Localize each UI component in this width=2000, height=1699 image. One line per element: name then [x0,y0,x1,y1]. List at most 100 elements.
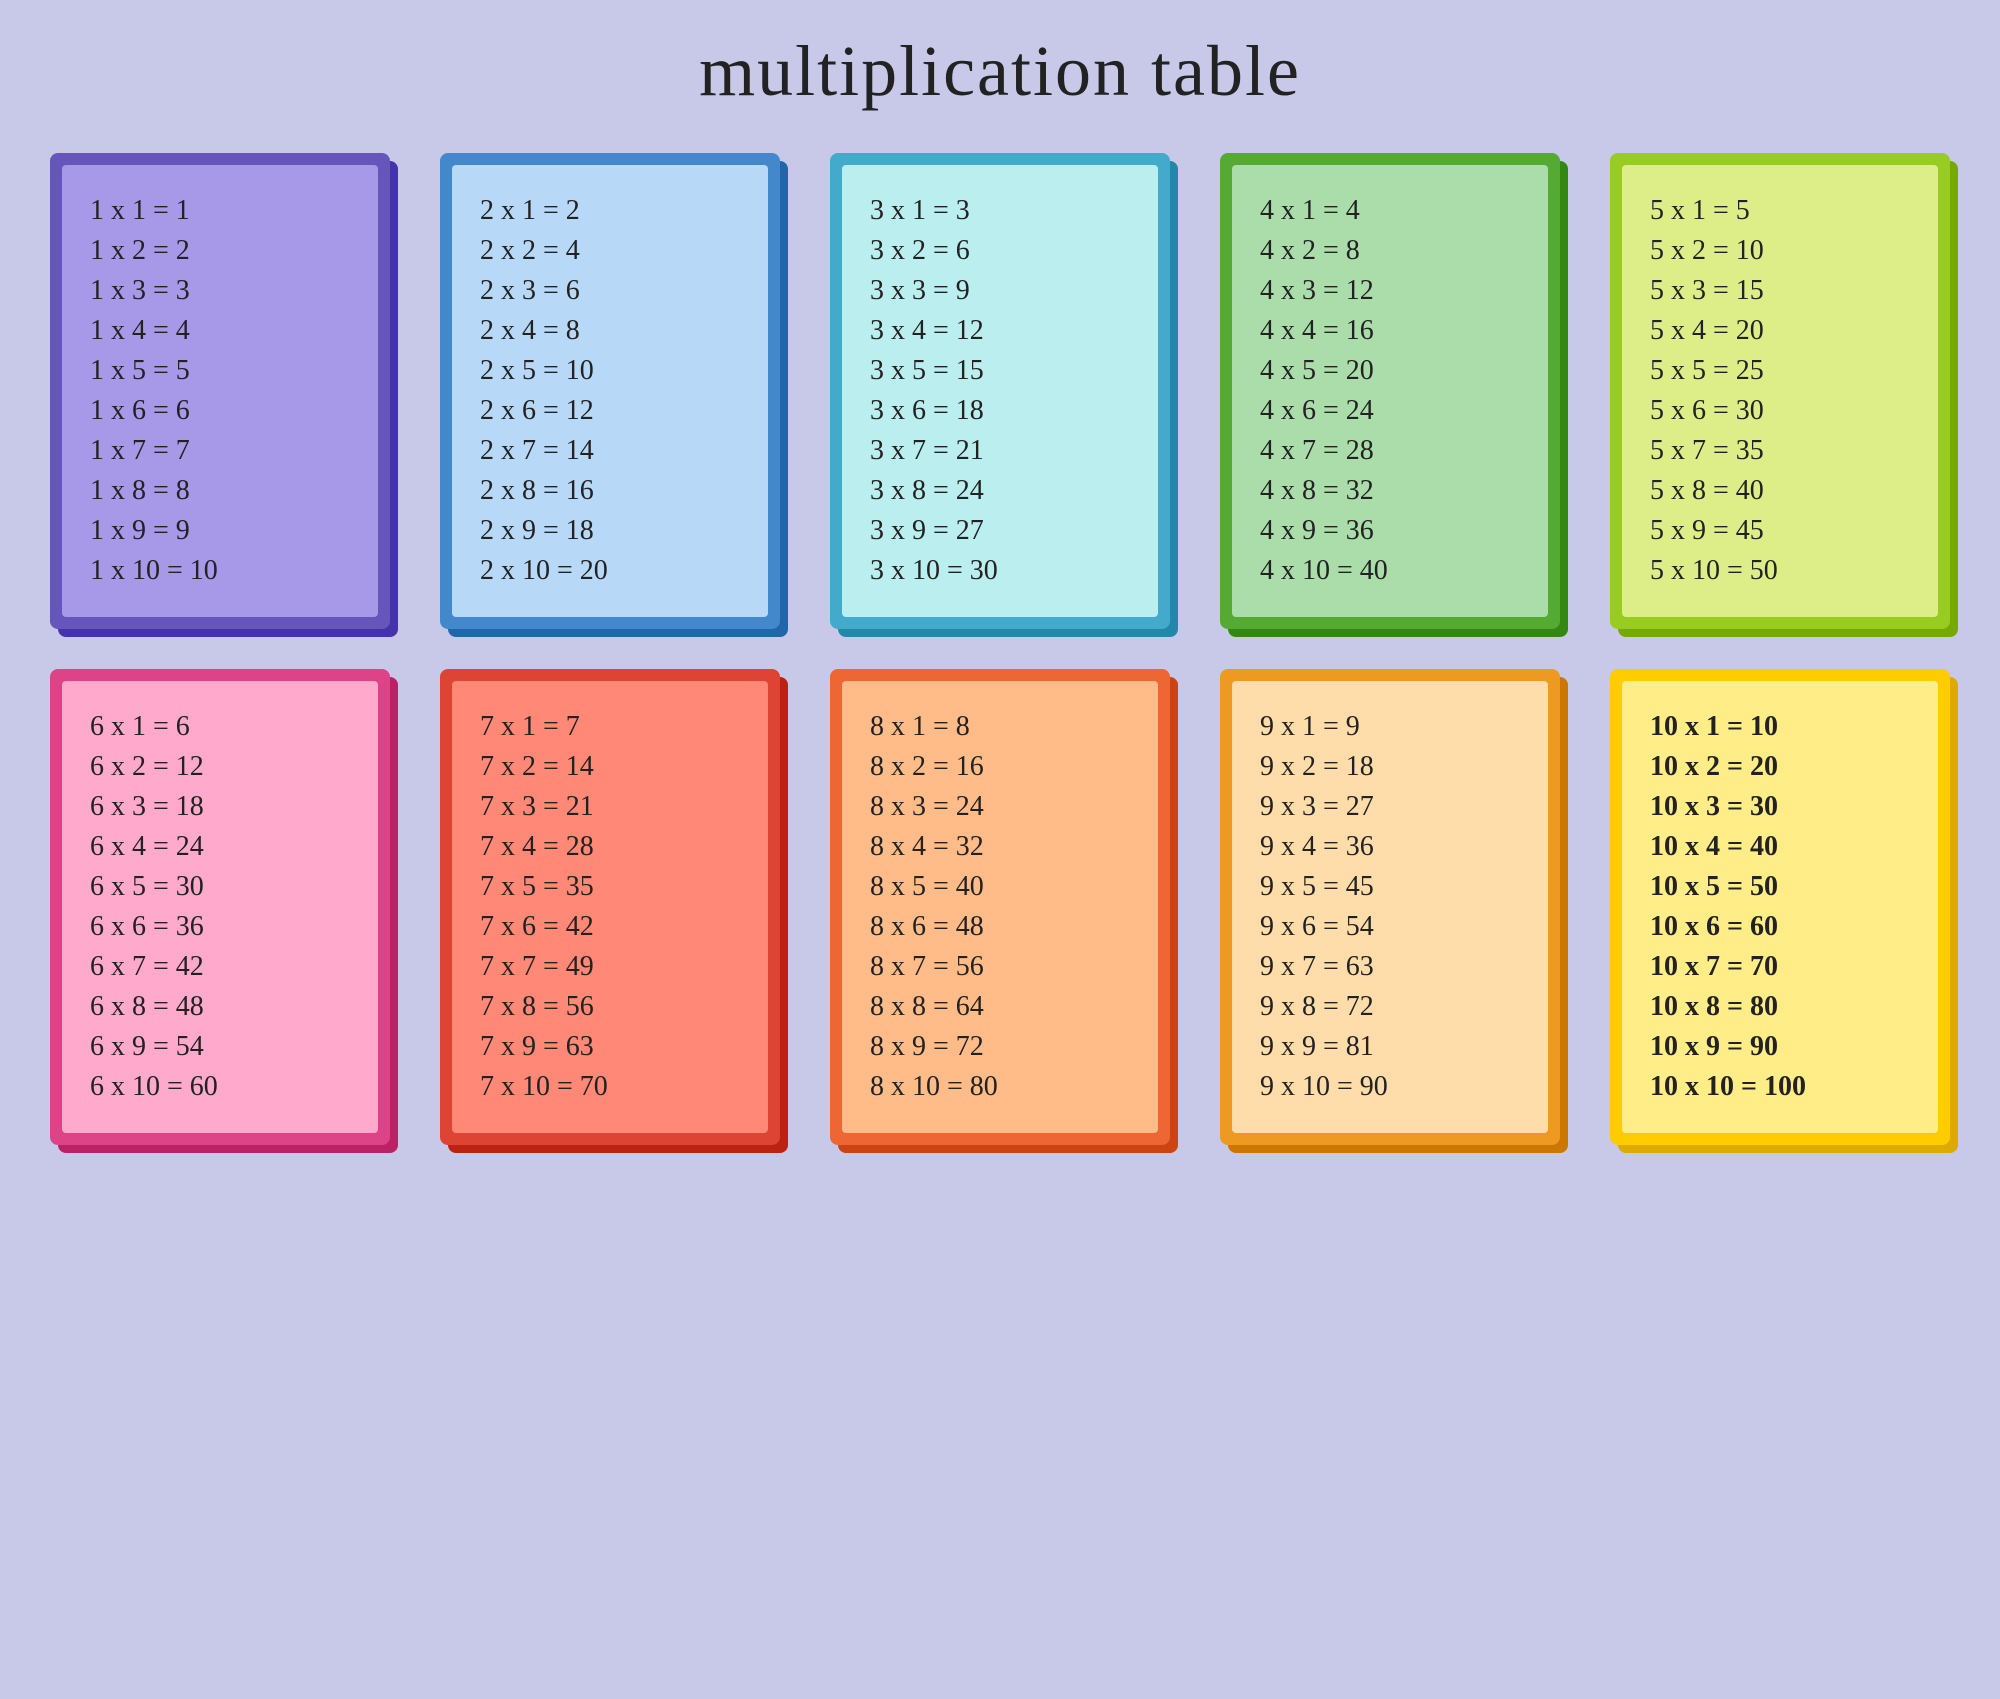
equation-1-10: 1 x 10 = 10 [90,555,350,587]
equation-7-2: 7 x 2 = 14 [480,751,740,783]
equation-2-6: 2 x 6 = 12 [480,395,740,427]
equation-4-10: 4 x 10 = 40 [1260,555,1520,587]
card-inner-3: 3 x 1 = 3 3 x 2 = 6 3 x 3 = 9 3 x 4 = 12 3 x… [842,165,1158,617]
equation-4-6: 4 x 6 = 24 [1260,395,1520,427]
equation-9-4: 9 x 4 = 36 [1260,831,1520,863]
equation-6-8: 6 x 8 = 48 [90,991,350,1023]
equation-8-4: 8 x 4 = 32 [870,831,1130,863]
multiplication-card-3: 3 x 1 = 3 3 x 2 = 6 3 x 3 = 9 3 x 4 = 12 3 x… [830,153,1170,629]
equation-8-6: 8 x 6 = 48 [870,911,1130,943]
equation-10-5: 10 x 5 = 50 [1650,871,1910,903]
equation-8-7: 8 x 7 = 56 [870,951,1130,983]
card-inner-4: 4 x 1 = 4 4 x 2 = 8 4 x 3 = 12 4 x 4 = 16 4 … [1232,165,1548,617]
equation-9-8: 9 x 8 = 72 [1260,991,1520,1023]
equation-1-4: 1 x 4 = 4 [90,315,350,347]
card-inner-7: 7 x 1 = 77 x 2 = 147 x 3 = 217 x 4 = 287… [452,681,768,1133]
card-inner-1: 1 x 1 = 1 1 x 2 = 2 1 x 3 = 3 1 x 4 = 4 1 x … [62,165,378,617]
card-inner-6: 6 x 1 = 66 x 2 = 126 x 3 = 186 x 4 = 246… [62,681,378,1133]
equation-10-6: 10 x 6 = 60 [1650,911,1910,943]
equation-8-9: 8 x 9 = 72 [870,1031,1130,1063]
equation-6-3: 6 x 3 = 18 [90,791,350,823]
equation-7-10: 7 x 10 = 70 [480,1071,740,1103]
equation-3-4: 3 x 4 = 12 [870,315,1130,347]
page-title: multiplication table [699,30,1301,113]
equation-3-8: 3 x 8 = 24 [870,475,1130,507]
multiplication-card-7: 7 x 1 = 77 x 2 = 147 x 3 = 217 x 4 = 287… [440,669,780,1145]
equation-10-3: 10 x 3 = 30 [1650,791,1910,823]
equation-4-1: 4 x 1 = 4 [1260,195,1520,227]
equation-5-9: 5 x 9 = 45 [1650,515,1910,547]
equation-2-7: 2 x 7 = 14 [480,435,740,467]
equation-8-3: 8 x 3 = 24 [870,791,1130,823]
multiplication-card-1: 1 x 1 = 1 1 x 2 = 2 1 x 3 = 3 1 x 4 = 4 1 x … [50,153,390,629]
equation-4-9: 4 x 9 = 36 [1260,515,1520,547]
equation-7-7: 7 x 7 = 49 [480,951,740,983]
multiplication-card-6: 6 x 1 = 66 x 2 = 126 x 3 = 186 x 4 = 246… [50,669,390,1145]
equation-2-10: 2 x 10 = 20 [480,555,740,587]
equation-10-4: 10 x 4 = 40 [1650,831,1910,863]
equation-3-1: 3 x 1 = 3 [870,195,1130,227]
equation-5-1: 5 x 1 = 5 [1650,195,1910,227]
card-inner-10: 10 x 1 = 1010 x 2 = 2010 x 3 = 3010 x 4 … [1622,681,1938,1133]
multiplication-card-2: 2 x 1 = 2 2 x 2 = 4 2 x 3 = 6 2 x 4 = 8 2 x … [440,153,780,629]
equation-10-1: 10 x 1 = 10 [1650,711,1910,743]
equation-4-2: 4 x 2 = 8 [1260,235,1520,267]
equation-1-3: 1 x 3 = 3 [90,275,350,307]
equation-5-7: 5 x 7 = 35 [1650,435,1910,467]
equation-1-8: 1 x 8 = 8 [90,475,350,507]
equation-6-1: 6 x 1 = 6 [90,711,350,743]
equation-2-3: 2 x 3 = 6 [480,275,740,307]
equation-4-4: 4 x 4 = 16 [1260,315,1520,347]
equation-3-3: 3 x 3 = 9 [870,275,1130,307]
equation-2-1: 2 x 1 = 2 [480,195,740,227]
equation-4-7: 4 x 7 = 28 [1260,435,1520,467]
equation-1-7: 1 x 7 = 7 [90,435,350,467]
equation-8-5: 8 x 5 = 40 [870,871,1130,903]
equation-10-7: 10 x 7 = 70 [1650,951,1910,983]
equation-10-9: 10 x 9 = 90 [1650,1031,1910,1063]
equation-2-9: 2 x 9 = 18 [480,515,740,547]
equation-5-3: 5 x 3 = 15 [1650,275,1910,307]
equation-8-2: 8 x 2 = 16 [870,751,1130,783]
equation-7-8: 7 x 8 = 56 [480,991,740,1023]
equation-3-5: 3 x 5 = 15 [870,355,1130,387]
card-inner-9: 9 x 1 = 99 x 2 = 189 x 3 = 279 x 4 = 369… [1232,681,1548,1133]
equation-2-2: 2 x 2 = 4 [480,235,740,267]
equation-7-9: 7 x 9 = 63 [480,1031,740,1063]
equation-9-5: 9 x 5 = 45 [1260,871,1520,903]
equation-8-8: 8 x 8 = 64 [870,991,1130,1023]
card-inner-2: 2 x 1 = 2 2 x 2 = 4 2 x 3 = 6 2 x 4 = 8 2 x … [452,165,768,617]
multiplication-card-10: 10 x 1 = 1010 x 2 = 2010 x 3 = 3010 x 4 … [1610,669,1950,1145]
equation-3-2: 3 x 2 = 6 [870,235,1130,267]
equation-10-8: 10 x 8 = 80 [1650,991,1910,1023]
card-inner-5: 5 x 1 = 5 5 x 2 = 10 5 x 3 = 15 5 x 4 = 20 5… [1622,165,1938,617]
equation-10-10: 10 x 10 = 100 [1650,1071,1910,1103]
equation-1-1: 1 x 1 = 1 [90,195,350,227]
equation-9-3: 9 x 3 = 27 [1260,791,1520,823]
equation-5-2: 5 x 2 = 10 [1650,235,1910,267]
equation-9-9: 9 x 9 = 81 [1260,1031,1520,1063]
equation-5-4: 5 x 4 = 20 [1650,315,1910,347]
equation-2-4: 2 x 4 = 8 [480,315,740,347]
equation-4-8: 4 x 8 = 32 [1260,475,1520,507]
equation-1-5: 1 x 5 = 5 [90,355,350,387]
equation-6-6: 6 x 6 = 36 [90,911,350,943]
card-inner-8: 8 x 1 = 8 8 x 2 = 16 8 x 3 = 24 8 x 4 = 32 8… [842,681,1158,1133]
multiplication-card-8: 8 x 1 = 8 8 x 2 = 16 8 x 3 = 24 8 x 4 = 32 8… [830,669,1170,1145]
multiplication-grid: 1 x 1 = 1 1 x 2 = 2 1 x 3 = 3 1 x 4 = 4 1 x … [50,153,1950,1145]
equation-3-7: 3 x 7 = 21 [870,435,1130,467]
equation-1-6: 1 x 6 = 6 [90,395,350,427]
equation-1-2: 1 x 2 = 2 [90,235,350,267]
equation-8-10: 8 x 10 = 80 [870,1071,1130,1103]
equation-8-1: 8 x 1 = 8 [870,711,1130,743]
equation-6-5: 6 x 5 = 30 [90,871,350,903]
equation-7-3: 7 x 3 = 21 [480,791,740,823]
equation-5-8: 5 x 8 = 40 [1650,475,1910,507]
equation-2-8: 2 x 8 = 16 [480,475,740,507]
equation-9-6: 9 x 6 = 54 [1260,911,1520,943]
equation-5-10: 5 x 10 = 50 [1650,555,1910,587]
equation-5-6: 5 x 6 = 30 [1650,395,1910,427]
equation-3-6: 3 x 6 = 18 [870,395,1130,427]
equation-4-3: 4 x 3 = 12 [1260,275,1520,307]
equation-1-9: 1 x 9 = 9 [90,515,350,547]
